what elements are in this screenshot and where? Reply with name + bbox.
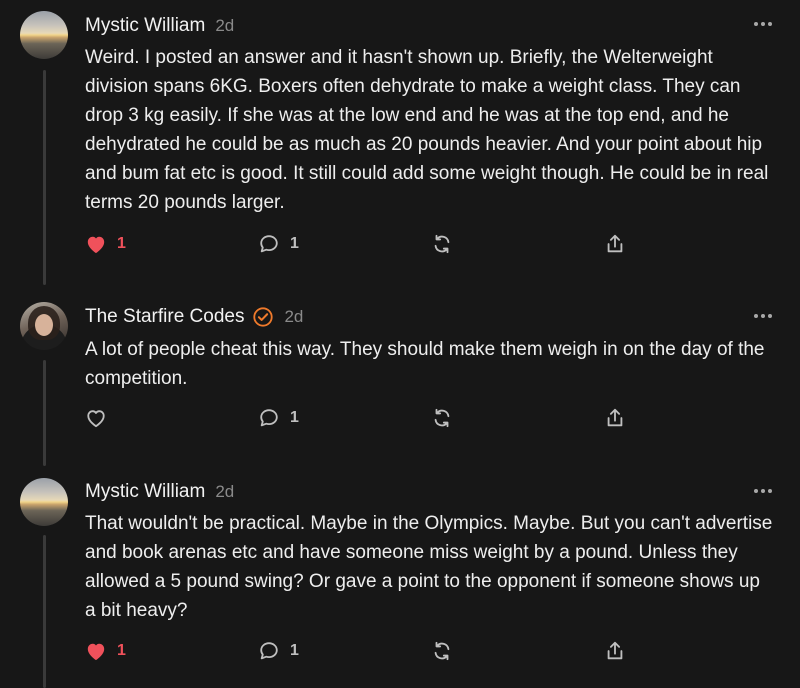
comment-header: The Starfire Codes 2d [85,304,303,330]
speech-bubble-icon [258,640,280,662]
restack-button[interactable] [431,639,453,663]
speech-bubble-icon [258,407,280,429]
like-count: 1 [117,235,126,252]
share-button[interactable] [604,406,626,430]
share-icon [604,407,626,429]
avatar[interactable] [20,302,68,350]
avatar[interactable] [20,478,68,526]
heart-icon [85,641,107,661]
like-button[interactable]: 1 [85,232,126,256]
author-name[interactable]: The Starfire Codes [85,306,244,328]
avatar[interactable] [20,11,68,59]
thread-line [43,360,46,466]
share-button[interactable] [604,639,626,663]
share-button[interactable] [604,232,626,256]
restack-button[interactable] [431,406,453,430]
like-button[interactable]: 1 [85,639,126,663]
comment-text: A lot of people cheat this way. They sho… [85,339,765,389]
reply-count: 1 [290,235,299,252]
restack-button[interactable] [431,232,453,256]
timestamp[interactable]: 2d [215,16,234,36]
timestamp[interactable]: 2d [215,482,234,502]
author-name[interactable]: Mystic William [85,481,205,503]
speech-bubble-icon [258,233,280,255]
verified-badge-icon [252,306,274,328]
action-bar: 1 [85,406,645,430]
like-count: 1 [117,642,126,659]
thread-line [43,70,46,285]
heart-icon [85,234,107,254]
more-options-icon[interactable] [754,487,774,495]
timestamp[interactable]: 2d [284,307,303,327]
restack-icon [431,233,453,255]
thread-line [43,535,46,688]
more-options-icon[interactable] [754,312,774,320]
comment-text: Weird. I posted an answer and it hasn't … [85,47,769,213]
author-name[interactable]: Mystic William [85,15,205,37]
share-icon [604,233,626,255]
reply-button[interactable]: 1 [258,639,299,663]
comment-header: Mystic William 2d [85,479,234,505]
share-icon [604,640,626,662]
restack-icon [431,640,453,662]
comment-header: Mystic William 2d [85,13,234,39]
reply-button[interactable]: 1 [258,232,299,256]
comment-text: That wouldn't be practical. Maybe in the… [85,513,773,621]
more-options-icon[interactable] [754,20,774,28]
restack-icon [431,407,453,429]
reply-count: 1 [290,642,299,659]
action-bar: 1 1 [85,639,645,663]
action-bar: 1 1 [85,232,645,256]
reply-button[interactable]: 1 [258,406,299,430]
reply-count: 1 [290,409,299,426]
like-button[interactable] [85,406,117,430]
heart-icon [85,408,107,428]
